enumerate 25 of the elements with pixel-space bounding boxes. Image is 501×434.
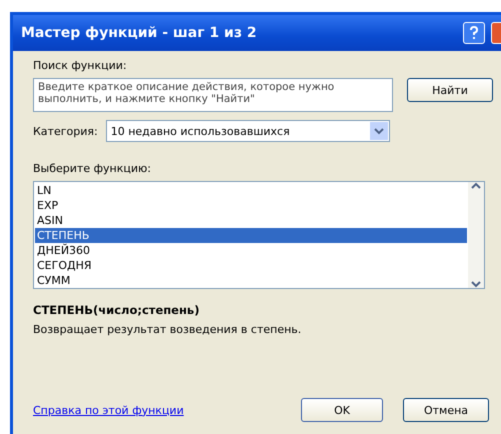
function-item[interactable]: ДНЕЙ360 [35,243,467,258]
function-item[interactable]: EXP [35,198,467,213]
question-mark-icon [469,26,479,40]
function-list-label: Выберите функцию: [33,162,152,175]
category-dropdown[interactable]: 10 недавно использовавшихся [106,120,390,142]
find-button[interactable]: Найти [407,78,493,102]
window-title: Мастер функций - шаг 1 из 2 [21,25,258,41]
function-item[interactable]: СТЕПЕНЬ [35,228,467,243]
search-field[interactable]: Введите краткое описание действия, которое нужно выполнить, и нажмите кнопку "Найти" [33,78,393,112]
function-signature: СТЕПЕНЬ(число;степень) [33,303,200,317]
category-label: Категория: [33,124,98,138]
search-label: Поиск функции: [33,59,128,72]
function-description: Возвращает результат возведения в степень. [33,323,302,336]
function-item[interactable]: ASIN [35,213,467,228]
scroll-down-icon[interactable] [471,280,481,288]
scrollbar[interactable] [468,182,484,288]
function-item[interactable]: СЕГОДНЯ [35,258,467,273]
help-link[interactable]: Справка по этой функции [33,404,281,416]
close-button[interactable] [491,22,501,44]
cancel-button[interactable]: Отмена [403,398,489,422]
function-item[interactable]: СУММ [35,273,467,288]
help-button[interactable] [463,22,485,44]
ok-button[interactable]: OK [301,398,383,422]
scroll-up-icon[interactable] [471,182,481,190]
function-item[interactable]: LN [35,183,467,198]
